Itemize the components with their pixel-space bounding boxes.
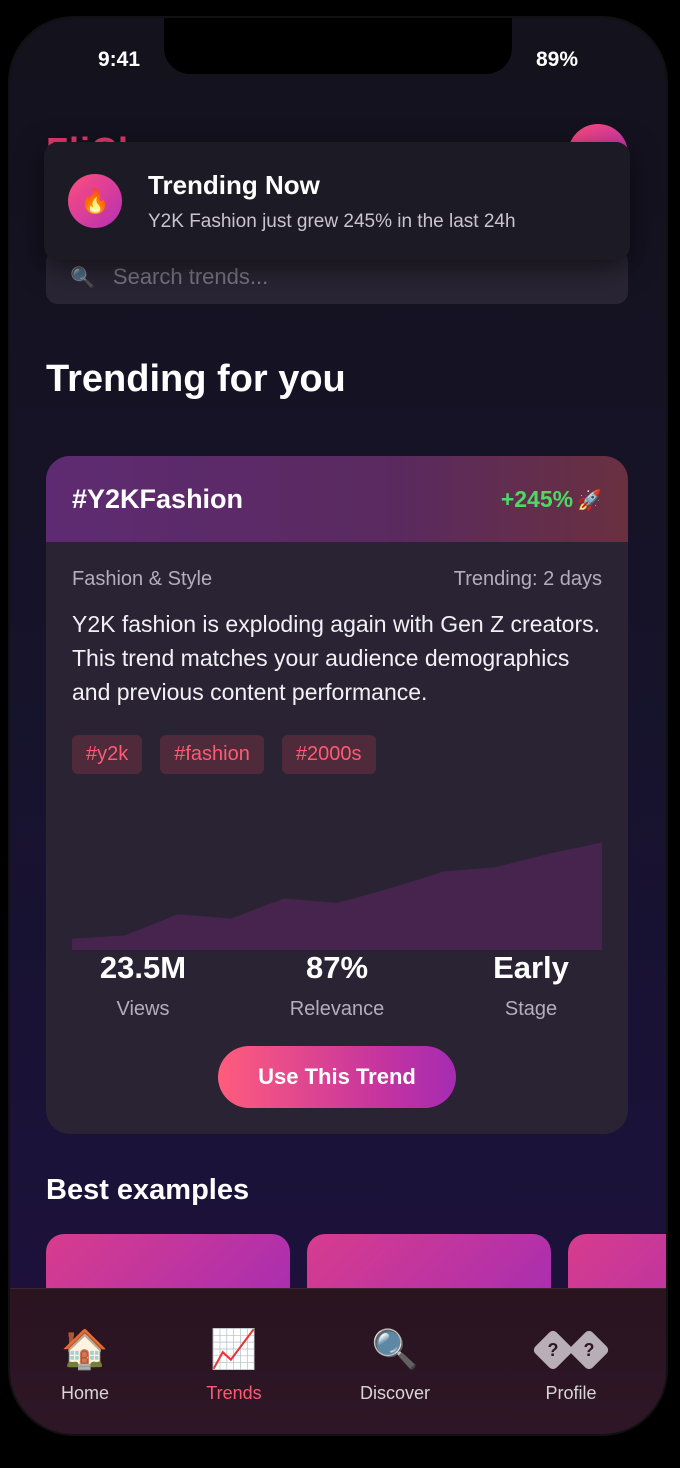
stat-value: Early (493, 950, 569, 985)
tag-chip[interactable]: #2000s (281, 735, 376, 774)
growth-badge: +245% 🚀 (501, 486, 602, 513)
toast-title: Trending Now (148, 169, 320, 200)
tab-discover[interactable]: 🔍 Discover (330, 1327, 460, 1404)
stat-value: 87% (305, 950, 369, 985)
chart-area (72, 842, 602, 950)
stat-label: Relevance (289, 998, 385, 1020)
house-icon: 🏠 (61, 1329, 109, 1371)
trend-stats: 23.5M Views 87% Relevance Early Stage (46, 950, 628, 1021)
status-battery: 89% (535, 48, 578, 71)
trend-hashtag: #Y2KFashion (72, 483, 244, 514)
stat-label: Stage (504, 998, 558, 1020)
magnifier-icon: 🔍 (371, 1329, 419, 1371)
stat-label: Views (116, 998, 170, 1020)
trending-toast[interactable]: 🔥 Trending Now Y2K Fashion just grew 245… (44, 142, 630, 260)
trend-description: Y2K fashion is exploding again with Gen … (72, 611, 601, 705)
tag-list: #y2k #fashion #2000s (46, 709, 628, 774)
stat-value: 23.5M (99, 950, 187, 985)
tab-trends[interactable]: 📈 Trends (169, 1327, 299, 1404)
best-examples-title: Best examples (46, 1174, 250, 1206)
notch (164, 18, 512, 74)
question-icon: ? ? (506, 1327, 636, 1373)
phone-frame: 9:41 89% FliCk 🔍 Search trends... 🔥 Tren… (10, 18, 666, 1434)
trend-card: #Y2KFashion +245% 🚀 Fashion & Style Trend… (46, 456, 628, 1134)
tab-label: Profile (545, 1383, 597, 1403)
trend-duration: Trending: 2 days (453, 568, 602, 590)
stat-views: 23.5M Views (53, 950, 233, 1021)
tag-chip[interactable]: #y2k (72, 735, 143, 774)
stat-relevance: 87% Relevance (247, 950, 427, 1021)
tab-label: Discover (359, 1383, 430, 1403)
fire-icon: 🔥 (68, 174, 122, 228)
tab-home[interactable]: 🏠 Home (20, 1327, 150, 1404)
page-title: Trending for you (46, 358, 346, 400)
stat-stage: Early Stage (441, 950, 621, 1021)
rocket-icon: 🚀 (577, 489, 602, 512)
tag-chip[interactable]: #fashion (160, 735, 264, 774)
search-icon: 🔍 (70, 266, 95, 289)
toast-subtitle: Y2K Fashion just grew 245% in the last 2… (148, 210, 516, 232)
trend-chart (72, 842, 602, 950)
tab-bar: 🏠 Home 📈 Trends 🔍 Discover ? ? Profile (10, 1288, 666, 1434)
growth-value: +245% (500, 485, 574, 512)
tab-profile[interactable]: ? ? Profile (506, 1327, 636, 1404)
trend-card-header: #Y2KFashion +245% 🚀 (46, 456, 628, 542)
search-placeholder: Search trends... (112, 264, 269, 289)
use-trend-button[interactable]: Use This Trend (218, 1046, 456, 1108)
tab-label: Trends (206, 1383, 262, 1403)
chart-increasing-icon: 📈 (210, 1329, 258, 1371)
tab-label: Home (60, 1383, 109, 1403)
trend-category: Fashion & Style (72, 568, 213, 590)
status-time: 9:41 (98, 48, 141, 71)
